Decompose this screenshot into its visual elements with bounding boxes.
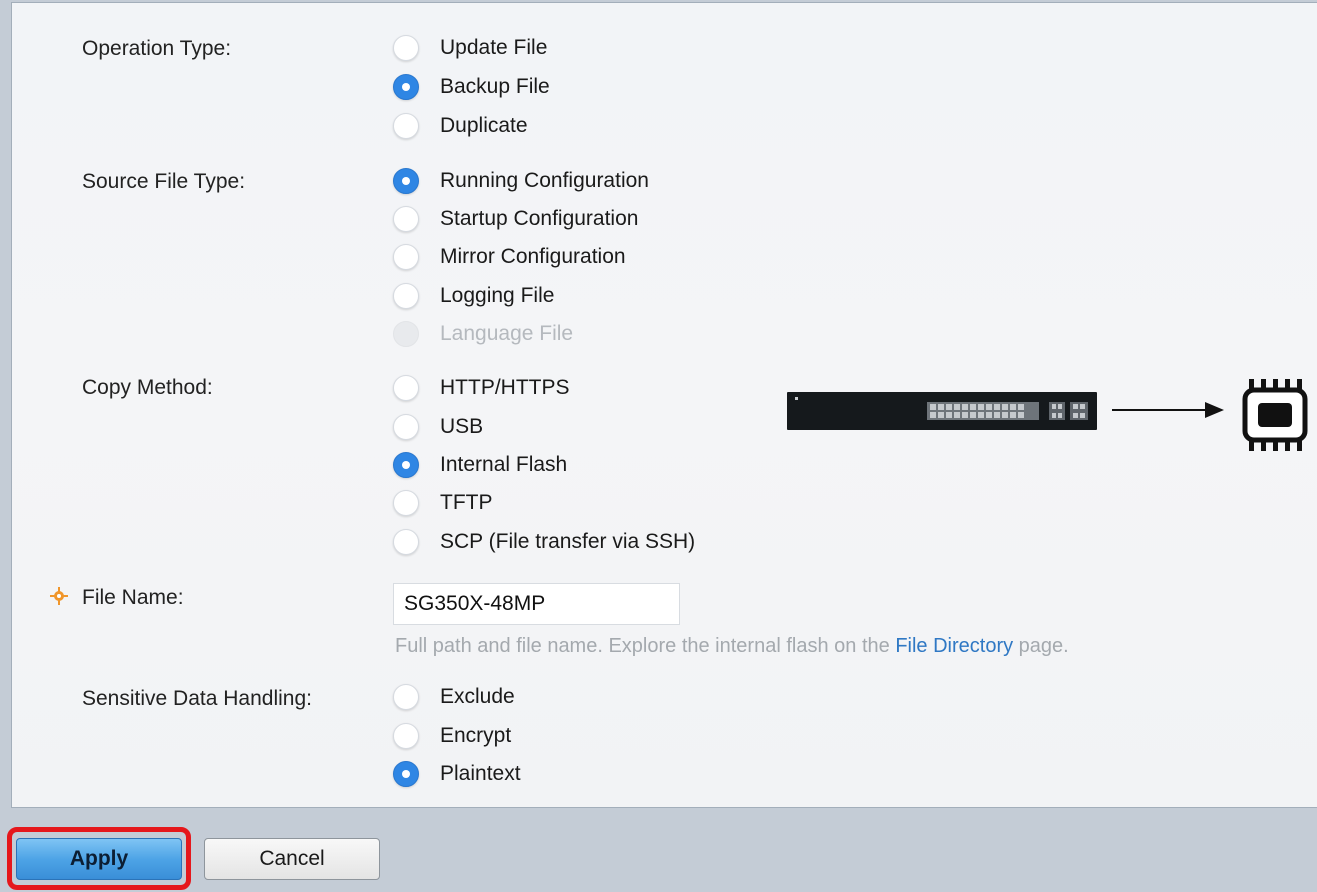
radio-option-update-file[interactable]: Update File <box>393 33 547 63</box>
right-arrow-icon <box>1112 402 1224 418</box>
source-file-type-label: Source File Type: <box>82 170 246 193</box>
radio-label: Backup File <box>440 75 550 98</box>
radio-option-plaintext[interactable]: Plaintext <box>393 759 521 789</box>
copy-method-label: Copy Method: <box>82 376 213 399</box>
radio-option-tftp[interactable]: TFTP <box>393 488 493 518</box>
radio-label: USB <box>440 415 484 438</box>
cancel-button[interactable]: Cancel <box>204 838 380 880</box>
radio-usb[interactable] <box>393 414 419 440</box>
operation-type-label: Operation Type: <box>82 37 232 60</box>
copy-flow-diagram <box>787 378 1317 463</box>
radio-exclude[interactable] <box>393 684 419 710</box>
radio-duplicate[interactable] <box>393 113 419 139</box>
radio-option-usb[interactable]: USB <box>393 412 483 442</box>
radio-option-encrypt[interactable]: Encrypt <box>393 721 511 751</box>
radio-mirror-configuration[interactable] <box>393 244 419 270</box>
radio-label: Plaintext <box>440 762 521 785</box>
radio-label: Internal Flash <box>440 453 568 476</box>
radio-update-file[interactable] <box>393 35 419 61</box>
radio-scp[interactable] <box>393 529 419 555</box>
radio-option-language-file: Language File <box>393 319 573 349</box>
radio-http-https[interactable] <box>393 375 419 401</box>
radio-label: HTTP/HTTPS <box>440 376 570 399</box>
radio-label: Encrypt <box>440 724 512 747</box>
radio-option-duplicate[interactable]: Duplicate <box>393 111 528 141</box>
file-name-hint: Full path and file name. Explore the int… <box>395 635 1069 658</box>
radio-label: Exclude <box>440 685 515 708</box>
sensitive-data-handling-label: Sensitive Data Handling: <box>82 687 312 710</box>
apply-button-highlight <box>7 827 191 890</box>
radio-label: Running Configuration <box>440 169 649 192</box>
radio-logging-file[interactable] <box>393 283 419 309</box>
radio-language-file <box>393 321 419 347</box>
file-name-label: File Name: <box>82 586 184 609</box>
radio-tftp[interactable] <box>393 490 419 516</box>
required-field-icon <box>50 587 68 605</box>
radio-startup-configuration[interactable] <box>393 206 419 232</box>
radio-label: Mirror Configuration <box>440 245 626 268</box>
copy-save-config-form: Operation Type: Update File Backup File … <box>11 2 1317 808</box>
radio-internal-flash[interactable] <box>393 452 419 478</box>
radio-option-internal-flash[interactable]: Internal Flash <box>393 450 567 480</box>
flash-memory-chip-icon <box>1242 379 1308 451</box>
radio-label: Duplicate <box>440 114 528 137</box>
hint-text-suffix: page. <box>1013 635 1069 657</box>
radio-encrypt[interactable] <box>393 723 419 749</box>
radio-option-http-https[interactable]: HTTP/HTTPS <box>393 373 570 403</box>
radio-label: Logging File <box>440 284 555 307</box>
radio-option-startup-configuration[interactable]: Startup Configuration <box>393 204 638 234</box>
radio-option-backup-file[interactable]: Backup File <box>393 72 550 102</box>
radio-label: Update File <box>440 36 548 59</box>
radio-option-running-configuration[interactable]: Running Configuration <box>393 166 649 196</box>
radio-option-scp[interactable]: SCP (File transfer via SSH) <box>393 527 695 557</box>
radio-option-logging-file[interactable]: Logging File <box>393 281 554 311</box>
radio-label: Language File <box>440 322 574 345</box>
radio-label: TFTP <box>440 491 493 514</box>
file-directory-link[interactable]: File Directory <box>895 635 1013 657</box>
radio-option-exclude[interactable]: Exclude <box>393 682 515 712</box>
file-name-input[interactable] <box>393 583 680 625</box>
radio-option-mirror-configuration[interactable]: Mirror Configuration <box>393 242 626 272</box>
radio-label: Startup Configuration <box>440 207 639 230</box>
hint-text: Full path and file name. Explore the int… <box>395 635 896 657</box>
radio-backup-file[interactable] <box>393 74 419 100</box>
radio-label: SCP (File transfer via SSH) <box>440 530 696 553</box>
radio-running-configuration[interactable] <box>393 168 419 194</box>
network-switch-icon <box>787 392 1097 430</box>
radio-plaintext[interactable] <box>393 761 419 787</box>
